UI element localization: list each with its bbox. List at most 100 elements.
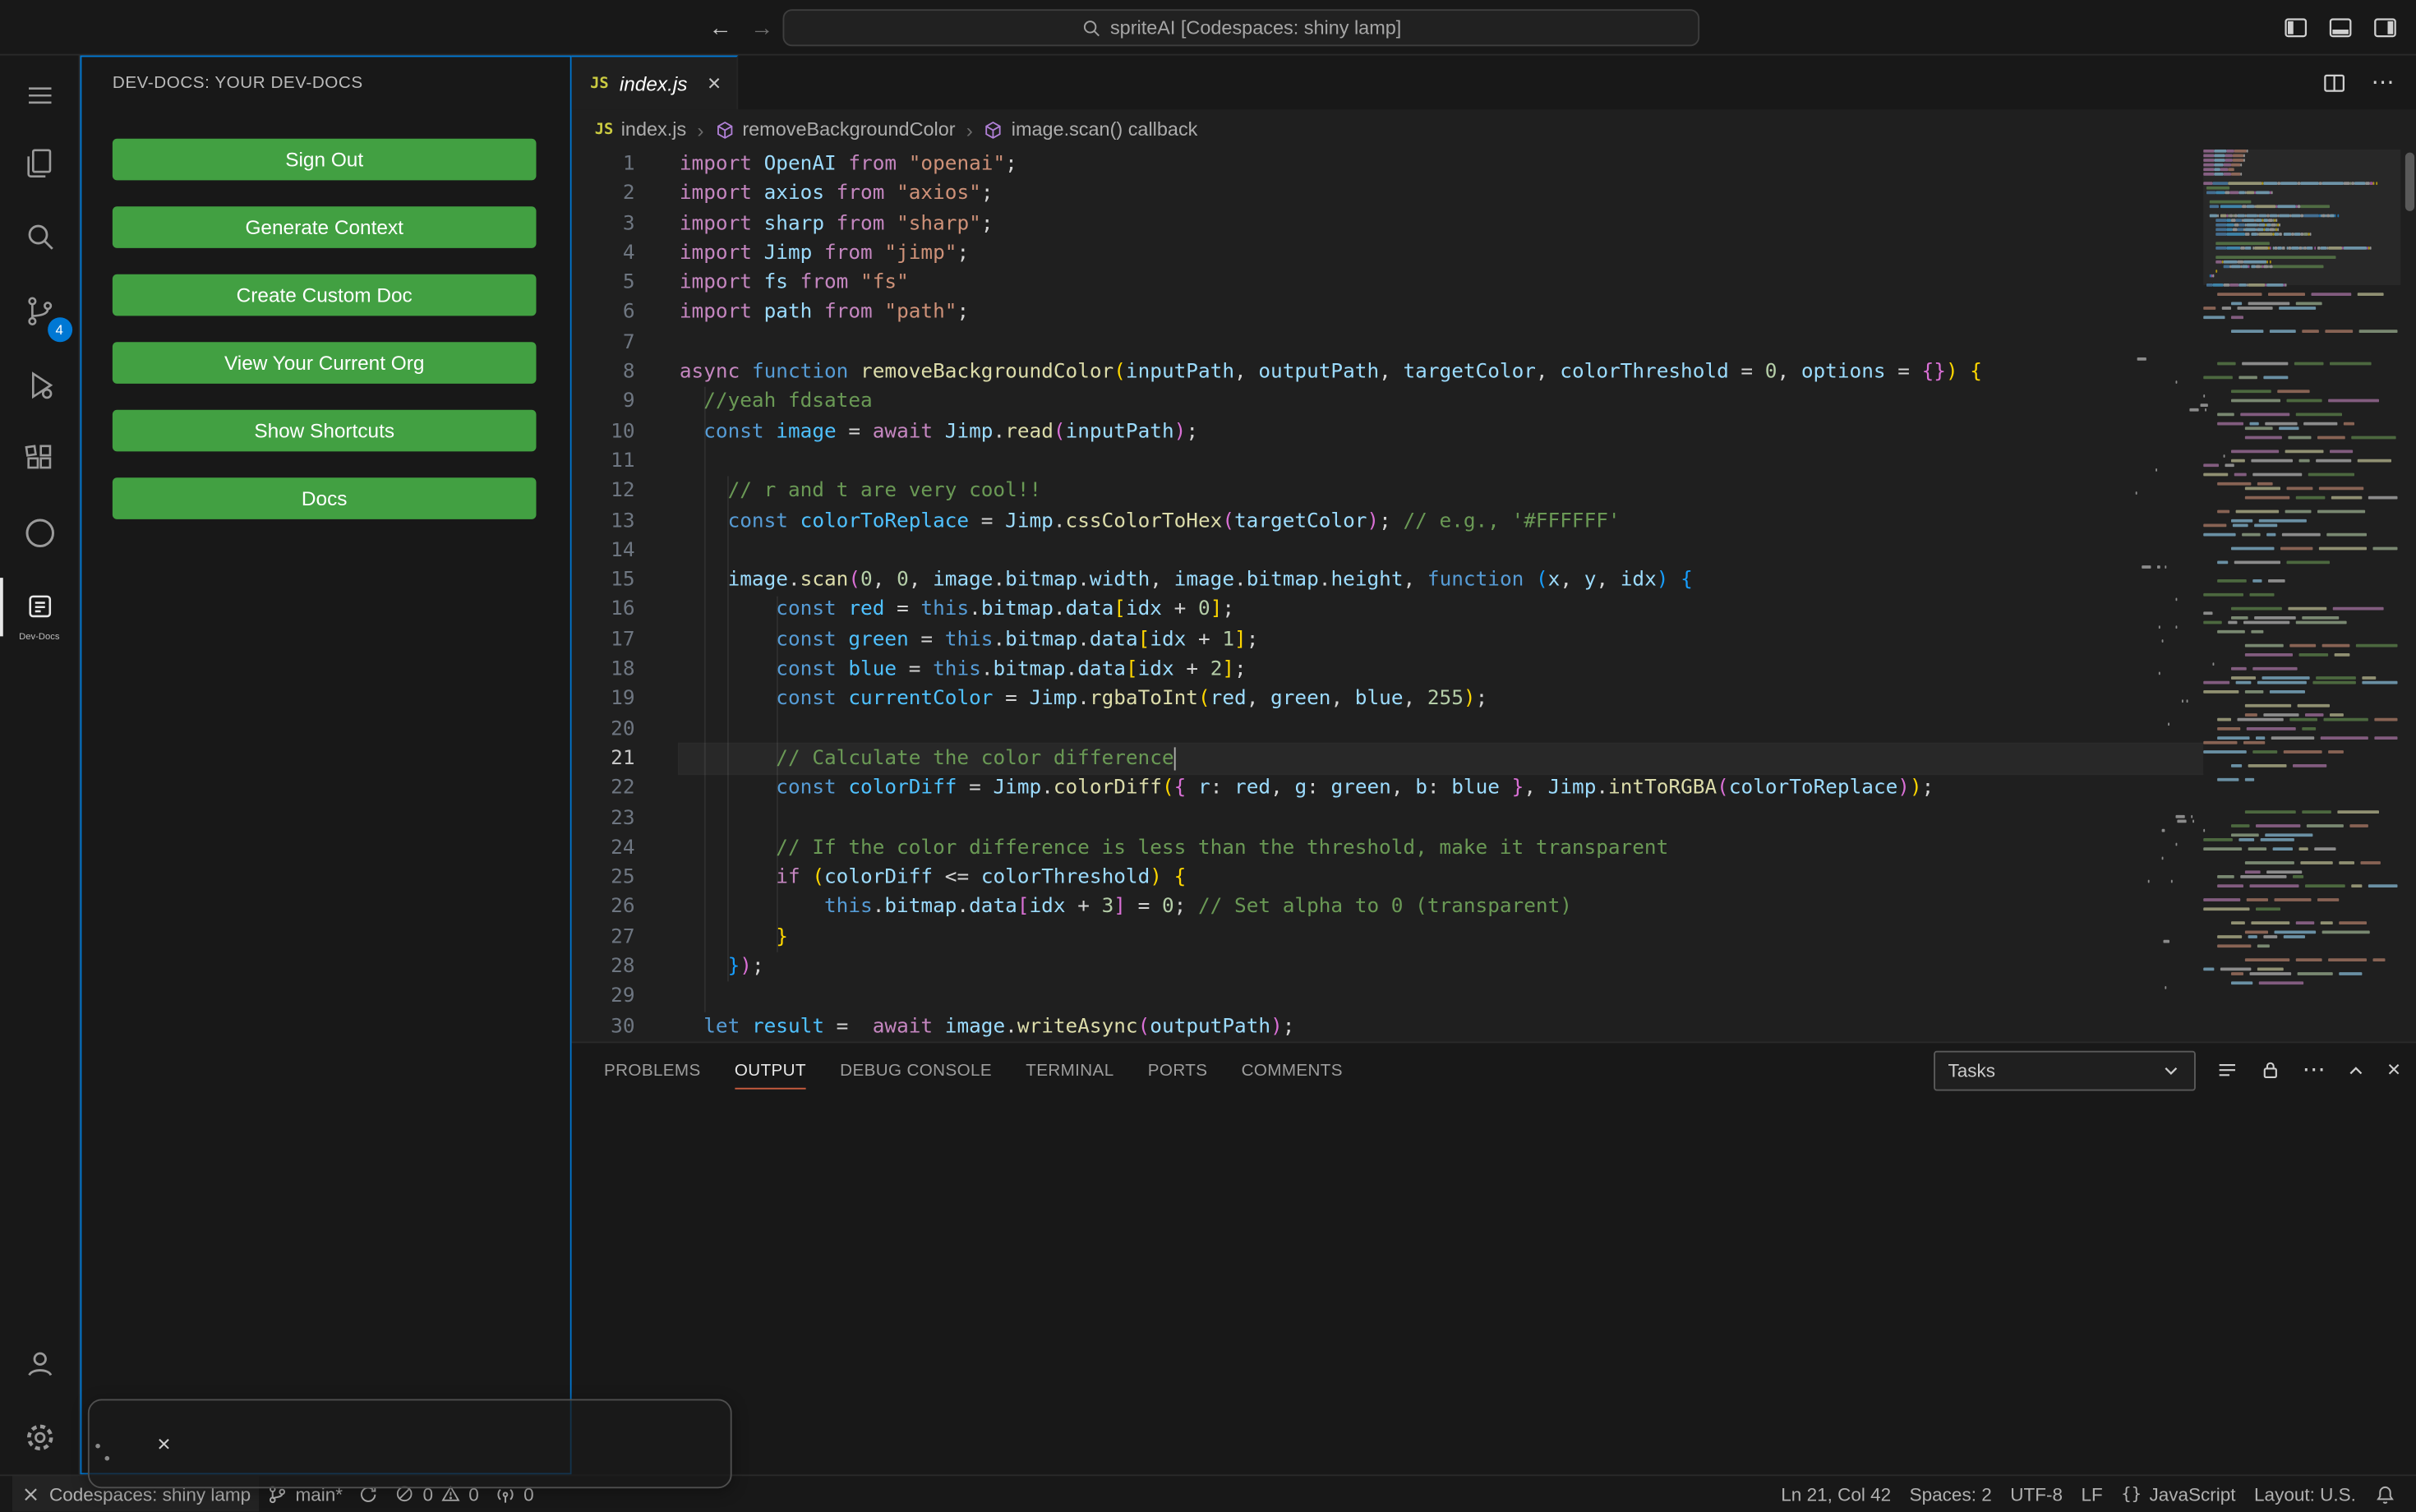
bottom-panel: PROBLEMS OUTPUT DEBUG CONSOLE TERMINAL PORTS… [571, 1041, 2416, 1475]
panel-maximize-chevron-icon[interactable] [2345, 1059, 2367, 1081]
eol-label: LF [2081, 1482, 2103, 1505]
editor-scrollbar[interactable] [2404, 152, 2415, 211]
code-line: // If the color difference is less than … [776, 836, 1669, 860]
toggle-sidebar-icon[interactable] [2284, 16, 2308, 40]
code-line: const green = this.bitmap.data[idx + 1]; [776, 628, 1259, 652]
line-number: 22 [611, 777, 635, 800]
tab-close-icon[interactable]: × [708, 71, 721, 94]
source-control-icon[interactable]: 4 [0, 274, 80, 348]
sidebar-button-view-your-current-org[interactable]: View Your Current Org [112, 342, 537, 384]
panel-tab-output[interactable]: OUTPUT [717, 1043, 823, 1097]
line-number: 16 [611, 598, 635, 622]
tab-label: index.js [619, 71, 688, 95]
command-center-search[interactable]: spriteAI [Codespaces: shiny lamp] [782, 9, 1700, 47]
line-number-gutter[interactable]: 1 2 3 4 5 6 7 8 9 10 11 12 13 14 15 16 17 18 19 20 21 22 23 24 2… [572, 150, 648, 1042]
panel-tab-terminal[interactable]: TERMINAL [1009, 1043, 1132, 1097]
line-number: 7 [622, 330, 635, 354]
indentation-status[interactable]: Spaces: 2 [1902, 1483, 1999, 1505]
split-editor-icon[interactable] [2322, 70, 2347, 94]
encoding-status[interactable]: UTF-8 [2003, 1483, 2071, 1505]
panel-close-icon[interactable]: × [2387, 1058, 2400, 1081]
sidebar-button-docs[interactable]: Docs [112, 477, 537, 519]
account-icon[interactable] [0, 1326, 80, 1400]
line-number: 10 [611, 420, 635, 444]
editor-more-actions-icon[interactable]: ⋯ [2372, 71, 2395, 94]
line-number: 2 [622, 182, 635, 205]
panel-tab-ports[interactable]: PORTS [1131, 1043, 1224, 1097]
extensions-icon[interactable] [0, 422, 80, 496]
cursor-position-status[interactable]: Ln 21, Col 42 [1773, 1483, 1899, 1505]
line-number: 6 [622, 301, 635, 325]
toast-close-icon[interactable]: × [157, 1433, 170, 1456]
devdocs-label: Dev-Docs [19, 633, 60, 643]
indent-guide [703, 387, 706, 1012]
line-number: 11 [611, 449, 635, 473]
line-number: 24 [611, 836, 635, 860]
sidebar-button-show-shortcuts[interactable]: Show Shortcuts [112, 409, 537, 452]
toggle-panel-icon[interactable] [2328, 16, 2353, 40]
run-debug-icon[interactable] [0, 348, 80, 422]
code-editor[interactable]: 1 2 3 4 5 6 7 8 9 10 11 12 13 14 15 16 17 18 19 20 21 22 23 24 2… [572, 149, 2416, 1042]
panel-header: PROBLEMS OUTPUT DEBUG CONSOLE TERMINAL PORTS… [572, 1043, 2416, 1097]
cursor-position-label: Ln 21, Col 42 [1781, 1482, 1892, 1505]
nav-back-icon[interactable]: ← [709, 15, 732, 41]
sidebar-button-sign-out[interactable]: Sign Out [112, 138, 537, 181]
code-line: import Jimp from "jimp"; [679, 242, 970, 265]
keyboard-layout-label: Layout: U.S. [2254, 1482, 2356, 1505]
line-number: 30 [611, 1014, 635, 1039]
code-line: import path from "path"; [679, 301, 970, 325]
js-file-icon: JS [590, 74, 609, 92]
sidebar-button-generate-context[interactable]: Generate Context [112, 206, 537, 248]
code-line: }); [727, 955, 764, 979]
panel-tab-problems[interactable]: PROBLEMS [587, 1043, 717, 1097]
panel-tab-debug-console[interactable]: DEBUG CONSOLE [823, 1043, 1009, 1097]
source-control-badge: 4 [47, 317, 72, 343]
breadcrumb-label: index.js [620, 118, 687, 141]
breadcrumb-item[interactable]: JS index.js [595, 118, 686, 140]
code-content[interactable]: import OpenAI from "openai"; import axios… [648, 150, 2204, 1042]
sidebar-title: DEV-DOCS: YOUR DEV-DOCS [112, 74, 363, 93]
bell-icon [2377, 1485, 2394, 1503]
clear-output-icon[interactable] [2216, 1058, 2239, 1081]
text-cursor [1173, 747, 1177, 771]
lock-scroll-icon[interactable] [2259, 1058, 2282, 1081]
devdocs-extension-icon[interactable]: Dev-Docs [0, 570, 80, 644]
breadcrumb-item[interactable]: removeBackgroundColor [715, 118, 956, 141]
panel-tab-comments[interactable]: COMMENTS [1224, 1043, 1360, 1097]
code-line: import sharp from "sharp"; [679, 211, 994, 236]
code-line: import fs from "fs" [679, 271, 909, 295]
js-file-icon: JS [594, 121, 614, 138]
code-line: const colorToReplace = Jimp.cssColorToHe… [727, 509, 1621, 532]
breadcrumb-label: removeBackgroundColor [742, 118, 956, 141]
settings-gear-icon[interactable] [0, 1400, 80, 1474]
keyboard-layout-status[interactable]: Layout: U.S. [2247, 1483, 2364, 1505]
symbol-method-icon [717, 121, 732, 138]
nav-forward-icon[interactable]: → [750, 15, 773, 41]
minimap[interactable] [2135, 149, 2401, 1042]
breadcrumb-item[interactable]: image.scan() callback [984, 118, 1197, 141]
symbol-method-icon [986, 121, 1002, 138]
menu-icon[interactable] [0, 65, 80, 127]
toggle-secondary-sidebar-icon[interactable] [2373, 16, 2398, 40]
tab-index-js[interactable]: JS index.js × [571, 55, 738, 110]
language-mode-status[interactable]: {} JavaScript [2114, 1483, 2243, 1505]
line-number: 5 [622, 271, 635, 295]
sidebar-button-create-custom-doc[interactable]: Create Custom Doc [112, 274, 537, 316]
search-icon [1082, 20, 1100, 36]
panel-more-actions-icon[interactable]: ⋯ [2303, 1058, 2326, 1081]
code-line: const blue = this.bitmap.data[idx + 2]; [776, 657, 1247, 681]
output-channel-value: Tasks [1948, 1059, 1995, 1081]
line-number: 13 [611, 509, 635, 532]
eol-status[interactable]: LF [2073, 1483, 2110, 1505]
search-view-icon[interactable] [0, 201, 80, 274]
code-line: image.scan(0, 0, image.bitmap.width, ima… [727, 569, 1693, 592]
output-channel-select[interactable]: Tasks [1934, 1049, 2197, 1090]
code-line: // Calculate the color difference [678, 742, 2204, 776]
notifications-status[interactable] [2367, 1483, 2404, 1505]
github-icon[interactable] [0, 496, 80, 570]
explorer-icon[interactable] [0, 127, 80, 201]
